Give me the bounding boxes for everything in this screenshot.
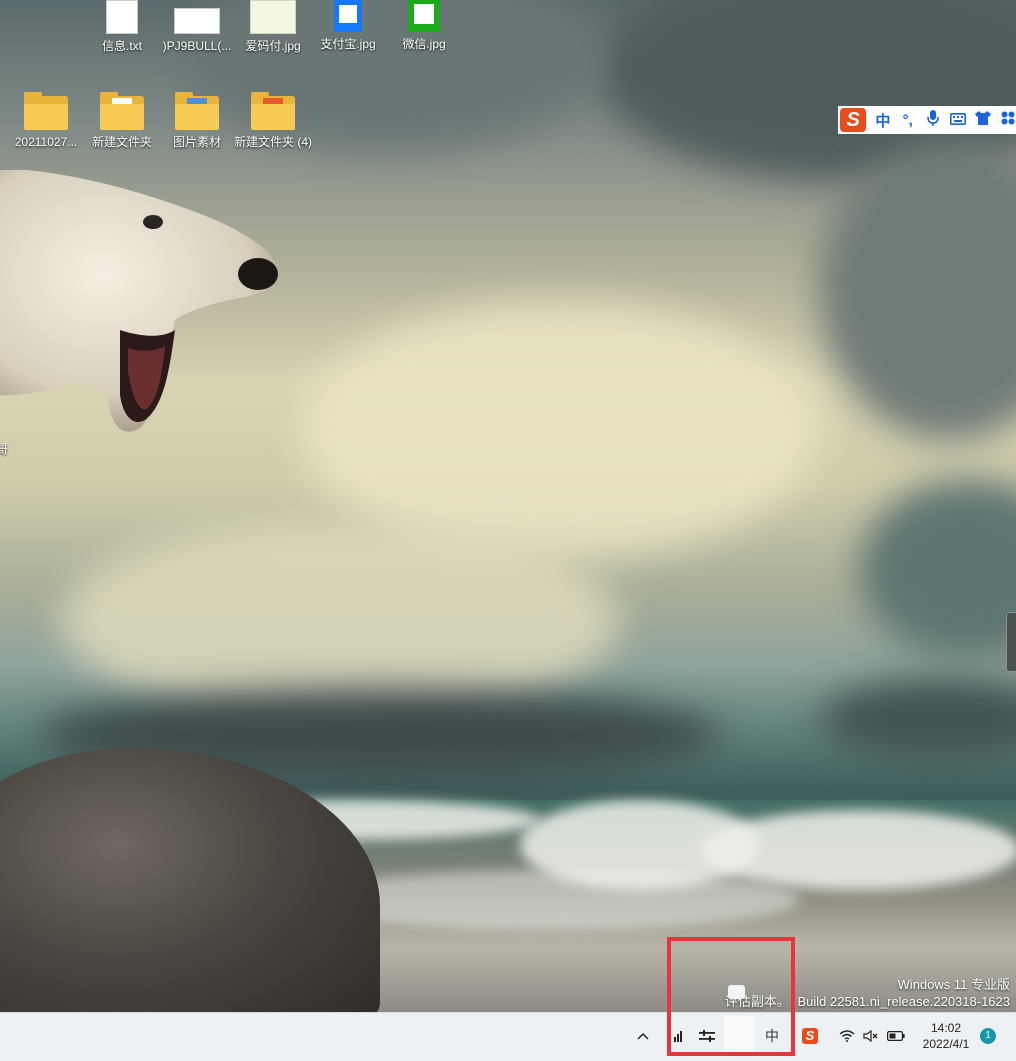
clock-time: 14:02 [930,1021,962,1035]
image-thumbnail-icon [250,0,296,34]
desktop-icon-screenshot[interactable]: )PJ9BULL(... [158,0,236,54]
desktop-icon-label: 爱码付.jpg [245,39,301,53]
folder-icon [100,92,144,130]
battery-icon[interactable] [884,1012,908,1060]
skin-icon[interactable] [974,111,991,129]
desktop-icon-label: 信息.txt [101,39,142,53]
desktop-icon-image-assets[interactable]: 图片素材 [158,92,236,150]
side-panel-handle[interactable] [1006,612,1016,672]
qr-image-icon [334,0,362,32]
rock [0,748,380,1012]
keyboard-icon[interactable] [949,112,966,129]
sogou-logo-icon: S [802,1028,818,1044]
desktop-icon-label: 新建文件夹 [91,135,152,149]
build-number-text: Build 22581.ni_release.220318-1623 [797,994,1010,1009]
sogou-logo-icon[interactable]: S [840,108,867,132]
text-file-icon [106,0,138,34]
clock-date: 2022/4/1 [922,1037,970,1051]
sogou-tray-icon[interactable]: S [798,1012,822,1060]
desktop-wallpaper [0,0,1016,1012]
desktop-icon-label: 图片素材 [172,135,221,149]
volume-muted-icon[interactable] [860,1012,882,1060]
desktop-icon-new-folder[interactable]: 新建文件夹 [83,92,161,150]
desktop-icon-label: )PJ9BULL(... [162,39,232,53]
toolbox-icon[interactable] [999,111,1016,129]
folder-icon [24,92,68,130]
folder-icon [175,92,219,130]
notification-badge[interactable]: 1 [980,1028,996,1044]
ime-mode-toggle[interactable]: 中 [874,110,891,131]
desktop-icon-label: 新建文件夹 (4) [234,135,313,149]
folder-icon [251,92,295,130]
qr-image-icon [408,0,440,32]
ime-toolbar[interactable]: S 中 °, [838,106,1016,134]
desktop-edge-text: 哥 [0,442,9,456]
desktop-icon-folder-20211027[interactable]: 20211027... [7,92,85,150]
ime-punctuation-toggle[interactable]: °, [899,112,916,129]
desktop-icon-label: 20211027... [14,135,78,149]
taskbar-clock[interactable]: 14:02 2022/4/1 [916,1020,976,1052]
desktop-icon-alipay-jpg[interactable]: 支付宝.jpg [309,0,387,52]
wifi-icon[interactable] [836,1012,858,1060]
microphone-icon[interactable] [924,110,941,130]
desktop-icon-wechat-jpg[interactable]: 微信.jpg [385,0,463,52]
polar-bear-image [0,170,279,432]
desktop-icon-info-txt[interactable]: 信息.txt [83,0,161,54]
desktop-icon-label: 支付宝.jpg [320,37,376,51]
desktop-icon-new-folder-4[interactable]: 新建文件夹 (4) [234,92,313,150]
desktop-icon-label: 微信.jpg [402,37,446,51]
image-thumbnail-icon [174,8,220,34]
desktop-icon-aimafu-jpg[interactable]: 爱码付.jpg [234,0,312,54]
show-hidden-icons-button[interactable] [630,1012,656,1060]
highlight-box [667,937,795,1056]
